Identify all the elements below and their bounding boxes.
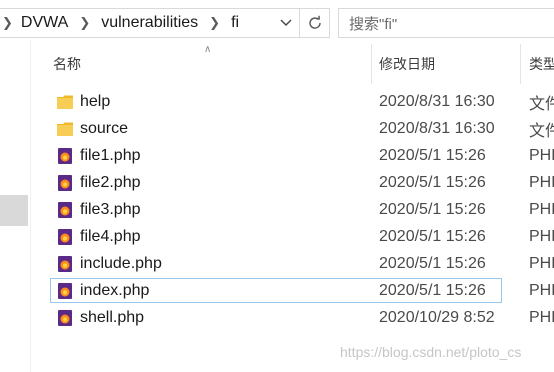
breadcrumb-chevron-icon[interactable]: ❯ [79,15,90,31]
file-type: PHP [529,254,554,272]
breadcrumb-item[interactable]: DVWA [21,14,68,32]
search-placeholder: 搜索"fi" [349,15,398,33]
file-type: 文件 [529,122,554,140]
file-name: index.php [80,281,150,299]
file-type: PHP [529,173,554,191]
column-header-date[interactable]: 修改日期 [379,44,519,84]
file-type: PHP [529,146,554,164]
file-name: help [80,92,111,110]
file-date: 2020/5/1 15:26 [379,173,486,191]
file-row[interactable]: source 2020/8/31 16:30 文件 [50,115,554,142]
folder-icon [50,88,80,115]
file-type: PHP [529,281,554,299]
address-history-dropdown-icon[interactable] [274,9,298,37]
file-name: source [80,119,129,137]
file-type: PHP [529,227,554,245]
file-date: 2020/8/31 16:30 [379,92,495,110]
file-type: PHP [529,200,554,218]
file-name: file4.php [80,227,141,245]
column-divider[interactable] [371,44,372,84]
php-file-icon [50,142,80,169]
breadcrumb-chevron-icon[interactable]: ❯ [2,15,13,31]
watermark: https://blog.csdn.net/ploto_cs [340,344,522,360]
navigation-pane-selected-item[interactable] [0,195,28,226]
file-date: 2020/8/31 16:30 [379,119,495,137]
address-bar[interactable]: ❯ DVWA ❯ vulnerabilities ❯ fi [0,8,330,38]
column-header-type[interactable]: 类型 [529,44,554,84]
file-list: help 2020/8/31 16:30 文件 source 2020/8/31… [50,88,554,331]
file-date: 2020/10/29 8:52 [379,308,495,326]
file-type: PHP [529,308,554,326]
php-file-icon [50,277,80,304]
file-date: 2020/5/1 15:26 [379,254,486,272]
file-name: file3.php [80,200,141,218]
file-row[interactable]: file2.php 2020/5/1 15:26 PHP [50,169,554,196]
file-date: 2020/5/1 15:26 [379,227,486,245]
file-name: file1.php [80,146,141,164]
file-date: 2020/5/1 15:26 [379,146,486,164]
file-row[interactable]: help 2020/8/31 16:30 文件 [50,88,554,115]
file-row-focused[interactable]: index.php 2020/5/1 15:26 PHP [50,277,554,304]
file-row[interactable]: include.php 2020/5/1 15:26 PHP [50,250,554,277]
file-name: shell.php [80,308,145,326]
php-file-icon [50,223,80,250]
file-date: 2020/5/1 15:26 [379,281,486,299]
breadcrumb-item[interactable]: fi [231,14,239,32]
file-name: include.php [80,254,162,272]
folder-icon [50,115,80,142]
column-divider[interactable] [520,44,521,84]
php-file-icon [50,196,80,223]
php-file-icon [50,304,80,331]
file-name: file2.php [80,173,141,191]
file-type: 文件 [529,95,554,113]
file-date: 2020/5/1 15:26 [379,200,486,218]
column-header-name[interactable]: 名称 [53,44,371,84]
file-row[interactable]: file1.php 2020/5/1 15:26 PHP [50,142,554,169]
file-row[interactable]: file3.php 2020/5/1 15:26 PHP [50,196,554,223]
php-file-icon [50,250,80,277]
search-input[interactable]: 搜索"fi" [338,8,554,38]
file-row[interactable]: file4.php 2020/5/1 15:26 PHP [50,223,554,250]
file-row[interactable]: shell.php 2020/10/29 8:52 PHP [50,304,554,331]
php-file-icon [50,169,80,196]
breadcrumb-item[interactable]: vulnerabilities [101,14,198,32]
refresh-icon[interactable] [299,9,329,37]
breadcrumb-chevron-icon[interactable]: ❯ [209,15,220,31]
